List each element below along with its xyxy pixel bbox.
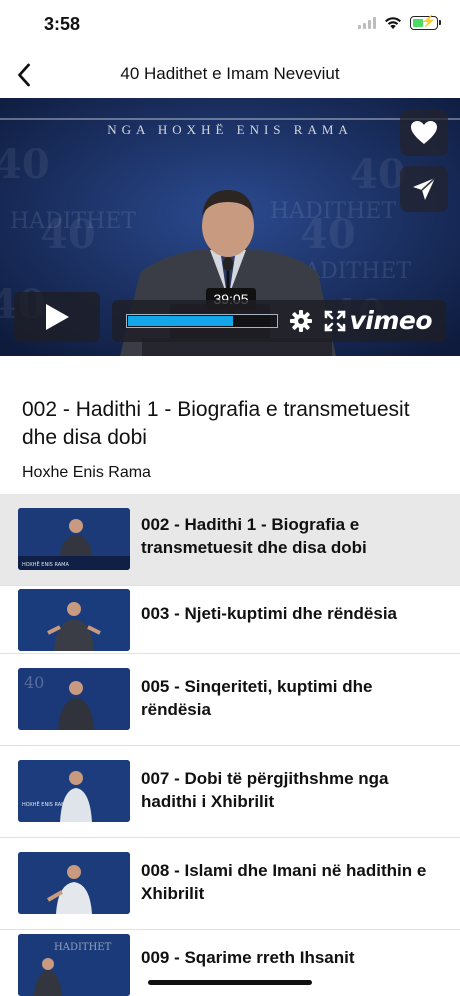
progress-bar[interactable]: [126, 314, 278, 328]
heart-icon: [411, 121, 437, 144]
list-item-title: 005 - Sinqeriteti, kuptimi dhe rëndësia: [141, 677, 373, 719]
player-controls: vimeo: [112, 300, 446, 342]
share-button[interactable]: [400, 166, 448, 212]
svg-text:40: 40: [0, 141, 50, 188]
video-thumbnail: [18, 852, 130, 914]
send-icon: [413, 177, 436, 200]
nav-title: 40 Hadithet e Imam Neveviut: [120, 64, 340, 83]
navigation-bar: 40 Hadithet e Imam Neveviut: [0, 52, 460, 98]
video-thumbnail: HOXHË ENIS RAMA: [18, 760, 130, 822]
settings-button[interactable]: [290, 310, 312, 332]
list-item[interactable]: 40 005 - Sinqeriteti, kuptimi dhe rëndës…: [0, 654, 460, 746]
status-icons: ⚡: [358, 14, 441, 30]
favorite-button[interactable]: [400, 110, 448, 156]
svg-text:HOXHË ENIS RAMA: HOXHË ENIS RAMA: [22, 561, 69, 568]
list-item-title: 008 - Islami dhe Imani në hadithin e Xhi…: [141, 861, 427, 903]
video-banner-text: NGA HOXHË ENIS RAMA: [107, 122, 353, 137]
list-item-title: 007 - Dobi të përgjithshme nga hadithi i…: [141, 769, 389, 811]
cellular-signal-icon: [358, 17, 376, 29]
svg-text:HADITHET: HADITHET: [270, 199, 396, 224]
video-thumbnail: HOXHË ENIS RAMA: [18, 508, 130, 570]
svg-text:40: 40: [350, 151, 406, 198]
video-player[interactable]: 404040 404040 HADITHETHADITHET HADITHET …: [0, 98, 460, 356]
video-thumbnail: [18, 589, 130, 651]
back-button[interactable]: [6, 56, 42, 94]
list-item-title: 009 - Sqarime rreth Ihsanit: [141, 948, 355, 967]
video-thumbnail: 40: [18, 668, 130, 730]
list-item[interactable]: HOXHË ENIS RAMA 002 - Hadithi 1 - Biogra…: [0, 494, 460, 586]
playlist: HOXHË ENIS RAMA 002 - Hadithi 1 - Biogra…: [0, 494, 460, 996]
gear-icon: [290, 310, 312, 332]
video-thumbnail: HADITHET: [18, 934, 130, 996]
wifi-icon: [385, 17, 401, 29]
fullscreen-button[interactable]: [324, 310, 346, 332]
vimeo-logo[interactable]: vimeo: [349, 306, 432, 335]
progress-fill: [128, 316, 233, 326]
svg-text:HOXHË ENIS RAMA: HOXHË ENIS RAMA: [22, 801, 69, 808]
svg-text:40: 40: [24, 673, 44, 692]
list-item[interactable]: HOXHË ENIS RAMA 007 - Dobi të përgjithsh…: [0, 746, 460, 838]
list-item[interactable]: 003 - Njeti-kuptimi dhe rëndësia: [0, 586, 460, 654]
play-icon: [46, 304, 69, 330]
list-item[interactable]: HADITHET 009 - Sqarime rreth Ihsanit: [0, 930, 460, 996]
svg-text:HADITHET: HADITHET: [54, 942, 112, 953]
video-title: 002 - Hadithi 1 - Biografia e transmetue…: [22, 398, 410, 449]
svg-text:HADITHET: HADITHET: [10, 209, 136, 234]
battery-icon: ⚡: [410, 14, 441, 30]
play-button[interactable]: [14, 292, 100, 342]
status-bar: 3:58 ⚡: [0, 0, 460, 52]
status-time: 3:58: [44, 14, 81, 34]
list-item-title: 003 - Njeti-kuptimi dhe rëndësia: [141, 604, 398, 623]
list-item[interactable]: 008 - Islami dhe Imani në hadithin e Xhi…: [0, 838, 460, 930]
chevron-left-icon: [18, 63, 30, 87]
expand-icon: [324, 310, 346, 332]
video-author: Hoxhe Enis Rama: [22, 464, 151, 481]
list-item-title: 002 - Hadithi 1 - Biografia e transmetue…: [141, 515, 367, 557]
banner-divider: [0, 118, 460, 120]
home-indicator[interactable]: [148, 980, 312, 985]
